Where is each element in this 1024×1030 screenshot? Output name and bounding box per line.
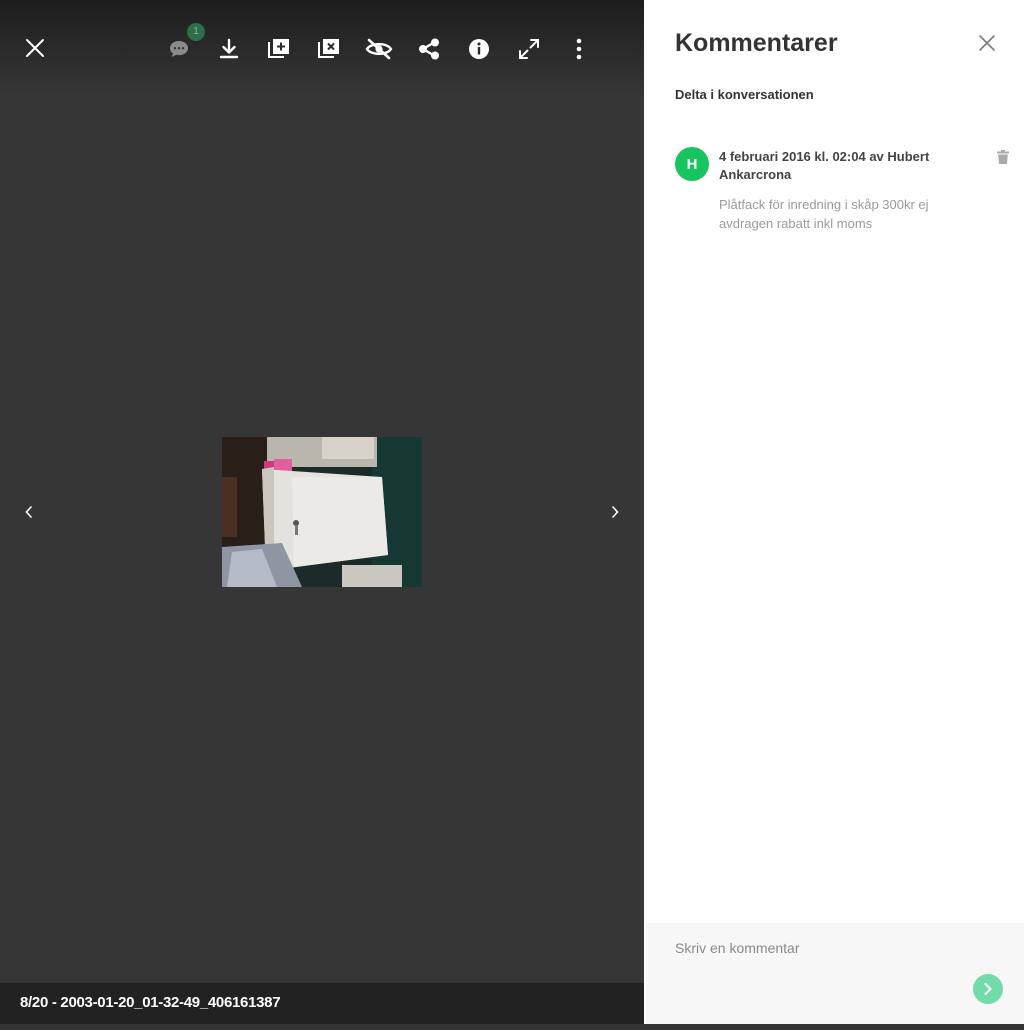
share-icon — [419, 38, 439, 60]
next-photo-button[interactable] — [600, 497, 630, 527]
chevron-right-icon — [612, 506, 619, 518]
info-icon — [469, 39, 489, 59]
delete-comment-button[interactable] — [995, 148, 1011, 166]
fullscreen-icon — [519, 39, 539, 59]
photo-caption: 8/20 - 2003-01-20_01-32-49_406161387 — [20, 994, 281, 1011]
caption-bar: 8/20 - 2003-01-20_01-32-49_406161387 — [0, 983, 644, 1024]
photo-viewer: 1 8/20 - 2003-01-20_01-32-49_406161387 — [0, 0, 644, 1024]
join-conversation-link[interactable]: Delta i konversationen — [675, 87, 814, 102]
more-vertical-icon — [576, 38, 582, 60]
comments-panel: Kommentarer Delta i konversationen H 4 f… — [644, 0, 1024, 1030]
send-comment-button[interactable] — [973, 974, 1003, 1004]
viewer-toolbar: 1 — [0, 0, 644, 96]
share-button[interactable] — [411, 31, 447, 67]
comment-composer — [646, 923, 1024, 1030]
info-button[interactable] — [461, 31, 497, 67]
comment-meta: 4 februari 2016 kl. 02:04 av Hubert Anka… — [719, 149, 930, 182]
comments-button[interactable]: 1 — [161, 23, 205, 67]
comments-count-badge: 1 — [187, 23, 205, 41]
comment-text: Plåtfack för inredning i skåp 300kr ej a… — [719, 197, 929, 231]
previous-photo-button[interactable] — [14, 497, 44, 527]
panel-title: Kommentarer — [675, 29, 838, 57]
comment-input[interactable] — [646, 923, 975, 1030]
chevron-left-icon — [25, 506, 32, 518]
remove-from-album-button[interactable] — [311, 31, 347, 67]
close-icon — [979, 35, 995, 51]
close-viewer-button[interactable] — [17, 30, 53, 66]
close-icon — [26, 39, 44, 57]
download-icon — [219, 38, 239, 59]
trash-icon — [997, 150, 1009, 164]
main-photo — [222, 437, 422, 587]
comment-icon — [170, 41, 188, 57]
add-to-album-icon — [268, 39, 289, 58]
download-button[interactable] — [211, 31, 247, 67]
add-to-album-button[interactable] — [261, 31, 297, 67]
avatar: H — [675, 147, 709, 181]
hide-button[interactable] — [361, 31, 397, 67]
remove-from-album-icon — [318, 39, 339, 58]
comment-item: H 4 februari 2016 kl. 02:04 av Hubert An… — [675, 147, 1015, 247]
fullscreen-button[interactable] — [511, 31, 547, 67]
more-options-button[interactable] — [561, 31, 597, 67]
close-panel-button[interactable] — [974, 30, 1000, 56]
chevron-right-icon — [984, 983, 992, 995]
hide-icon — [365, 38, 393, 60]
